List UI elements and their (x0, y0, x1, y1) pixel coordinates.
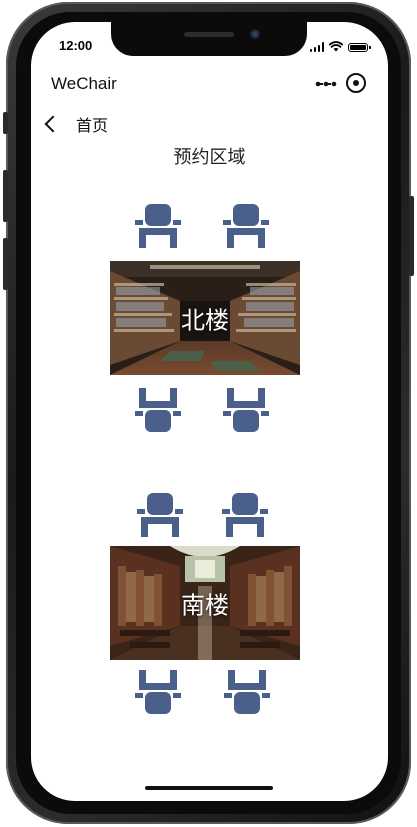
building-north-label: 北楼 (181, 306, 229, 335)
chair-south-top-right[interactable] (222, 493, 268, 537)
wifi-icon (329, 41, 343, 52)
chair-south-top-left[interactable] (137, 493, 183, 537)
chair-icon (135, 670, 181, 714)
app-screen: 12:00 WeChair 首页 预约区域 北楼 南楼 (31, 22, 388, 801)
speaker-grille (184, 32, 234, 37)
battery-icon (348, 43, 371, 52)
chair-south-bottom-right[interactable] (224, 670, 270, 714)
chair-north-bottom-left[interactable] (135, 388, 181, 432)
chair-icon (224, 670, 270, 714)
notch (111, 22, 307, 56)
front-camera (250, 29, 260, 39)
app-title: WeChair (51, 74, 117, 93)
back-button[interactable]: 首页 (43, 113, 123, 135)
mute-switch (3, 112, 8, 134)
capsule-close-icon[interactable] (346, 73, 366, 93)
chair-icon (135, 204, 181, 248)
chair-icon (223, 388, 269, 432)
home-indicator[interactable] (145, 786, 273, 790)
more-dots-icon[interactable] (315, 77, 337, 91)
chair-north-top-right[interactable] (223, 204, 269, 248)
chair-north-bottom-right[interactable] (223, 388, 269, 432)
volume-up-button (3, 170, 8, 222)
back-chevron-icon (44, 115, 62, 133)
page-title: 预约区域 (173, 147, 246, 168)
building-south-label: 南楼 (181, 591, 229, 620)
chair-south-bottom-left[interactable] (135, 670, 181, 714)
building-north-card[interactable]: 北楼 (110, 261, 300, 375)
chair-icon (223, 204, 269, 248)
chair-icon (222, 493, 268, 537)
status-icons (309, 40, 371, 52)
back-label: 首页 (76, 116, 109, 135)
building-south-card[interactable]: 南楼 (110, 546, 300, 660)
chair-icon (137, 493, 183, 537)
chair-icon (135, 388, 181, 432)
power-button (409, 196, 414, 276)
chair-north-top-left[interactable] (135, 204, 181, 248)
signal-icon (309, 42, 324, 52)
phone-mockup: 12:00 WeChair 首页 预约区域 北楼 南楼 (0, 0, 417, 827)
status-time: 12:00 (59, 38, 93, 53)
volume-down-button (3, 238, 8, 290)
